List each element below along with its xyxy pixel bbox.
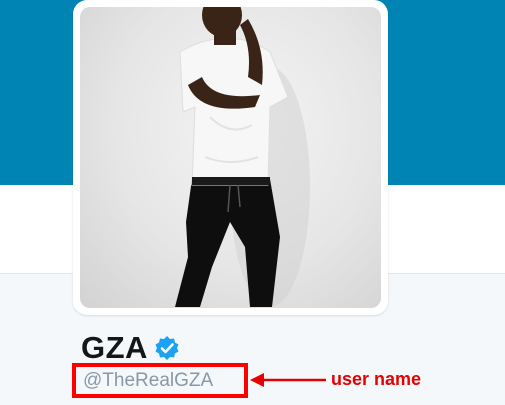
annotation-arrow-icon bbox=[250, 373, 326, 387]
profile-avatar[interactable] bbox=[73, 0, 388, 315]
annotation-label: user name bbox=[331, 369, 422, 389]
person-photo-icon bbox=[175, 7, 310, 307]
profile-display-name[interactable]: GZA bbox=[81, 328, 180, 368]
handle-highlight-box: @TheRealGZA bbox=[72, 363, 248, 398]
avatar-photo bbox=[80, 7, 381, 308]
profile-handle[interactable]: @TheRealGZA bbox=[83, 370, 213, 392]
display-name-text[interactable]: GZA bbox=[81, 330, 148, 366]
verified-badge-icon bbox=[155, 336, 179, 360]
